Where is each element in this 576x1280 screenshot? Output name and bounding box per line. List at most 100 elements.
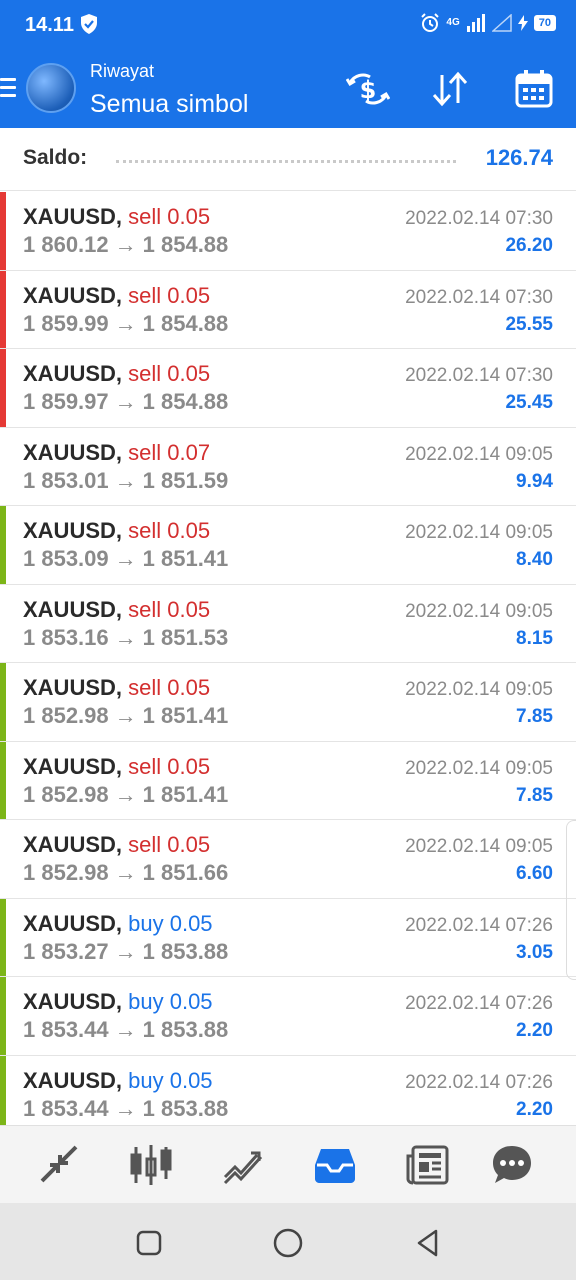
status-icons: 4G 70	[420, 13, 556, 33]
trade-symbol: XAUUSD,	[23, 989, 123, 1014]
page-subtitle: Riwayat	[90, 61, 155, 81]
trade-side-volume: sell 0.05	[128, 675, 211, 700]
trade-close-price: 1 853.88	[142, 938, 229, 964]
trade-profit: 25.45	[505, 392, 553, 413]
calendar-button[interactable]	[512, 68, 556, 110]
arrow-right-icon: →	[114, 310, 137, 336]
back-triangle-icon	[417, 1229, 438, 1257]
tab-quotes[interactable]	[33, 1140, 83, 1190]
trade-symbol: XAUUSD,	[23, 832, 123, 857]
trade-status-marker	[0, 898, 6, 976]
quotes-icon	[40, 1145, 78, 1183]
trade-row[interactable]: XAUUSD, sell 0.05 1 852.98 → 1 851.66 2022.0…	[0, 820, 576, 899]
trade-datetime: 2022.02.14 07:26	[405, 914, 553, 936]
trade-header: XAUUSD, buy 0.05	[23, 911, 213, 937]
calendar-icon	[515, 70, 553, 108]
trade-status-marker	[0, 349, 6, 427]
trade-row[interactable]: XAUUSD, sell 0.05 1 859.97 → 1 854.88 2022.0…	[0, 349, 576, 428]
trade-side-volume: sell 0.05	[128, 832, 211, 857]
trade-datetime: 2022.02.14 07:26	[405, 993, 553, 1014]
trade-datetime: 2022.02.14 09:05	[405, 836, 553, 857]
back-button[interactable]	[408, 1223, 448, 1263]
trade-status-marker	[0, 585, 6, 663]
trade-profit: 7.85	[516, 784, 553, 806]
trade-header: XAUUSD, sell 0.05	[23, 597, 210, 623]
tab-news[interactable]	[402, 1140, 452, 1190]
trade-side-volume: sell 0.05	[128, 361, 211, 386]
trade-symbol: XAUUSD,	[23, 204, 123, 229]
menu-icon[interactable]	[0, 78, 16, 102]
trade-datetime: 2022.02.14 09:05	[405, 679, 553, 700]
trade-header: XAUUSD, sell 0.05	[23, 204, 210, 230]
svg-text:$: $	[360, 76, 377, 104]
trade-icon	[223, 1151, 263, 1185]
signal-empty-icon	[491, 14, 512, 32]
home-button[interactable]	[268, 1223, 308, 1263]
tab-chart[interactable]	[126, 1140, 176, 1190]
trade-symbol: XAUUSD,	[23, 910, 123, 936]
trade-symbol: XAUUSD,	[23, 675, 123, 700]
alarm-icon	[421, 13, 440, 32]
trade-row[interactable]: XAUUSD, sell 0.05 1 852.98 → 1 851.41 2022.0…	[0, 741, 576, 820]
trade-row[interactable]: XAUUSD, sell 0.07 1 853.01 → 1 851.59 2022.0…	[0, 428, 576, 506]
battery-icon: 70	[533, 15, 556, 31]
tab-chat[interactable]	[487, 1140, 537, 1190]
trade-open-price: 1 860.12	[23, 232, 109, 257]
circle-icon	[273, 1228, 303, 1258]
trade-datetime: 2022.02.14 07:26	[405, 1071, 553, 1093]
trade-datetime: 2022.02.14 09:05	[405, 443, 553, 465]
trade-open-price: 1 853.01	[23, 467, 109, 493]
sort-button[interactable]	[428, 68, 472, 110]
trade-status-marker	[0, 428, 6, 506]
arrow-right-icon: →	[114, 546, 137, 571]
trade-profit: 9.94	[516, 470, 553, 492]
trade-prices: 1 852.98 → 1 851.41	[23, 703, 228, 729]
trade-symbol: XAUUSD,	[23, 282, 123, 308]
currency-exchange-button[interactable]: $	[346, 68, 390, 110]
bottom-navigation	[0, 1125, 576, 1203]
trade-open-price: 1 853.44	[23, 1017, 109, 1042]
arrow-right-icon: →	[114, 703, 137, 728]
trade-open-price: 1 853.09	[23, 546, 109, 571]
chart-icon	[130, 1145, 172, 1185]
trade-row[interactable]: XAUUSD, sell 0.05 1 859.99 → 1 854.88 2022.0…	[0, 270, 576, 349]
trade-side-volume: buy 0.05	[128, 1067, 213, 1093]
trade-row[interactable]: XAUUSD, buy 0.05 1 853.27 → 1 853.88 2022.02…	[0, 898, 576, 977]
tab-history[interactable]	[310, 1140, 360, 1190]
trade-prices: 1 853.44 → 1 853.88	[23, 1017, 228, 1043]
status-bar: 14.11 4G 70	[0, 0, 576, 50]
trade-close-price: 1 853.88	[142, 1095, 229, 1121]
trade-header: XAUUSD, buy 0.05	[23, 989, 213, 1015]
trade-row[interactable]: XAUUSD, sell 0.05 1 860.12 → 1 854.88 2022.0…	[0, 192, 576, 271]
scroll-indicator[interactable]	[566, 820, 576, 980]
trade-row[interactable]: XAUUSD, sell 0.05 1 852.98 → 1 851.41 2022.0…	[0, 663, 576, 742]
trade-close-price: 1 851.41	[142, 546, 229, 571]
trade-row[interactable]: XAUUSD, sell 0.05 1 853.09 → 1 851.41 2022.0…	[0, 506, 576, 585]
arrow-right-icon: →	[114, 1095, 137, 1121]
arrow-right-icon: →	[114, 389, 137, 414]
sort-icon	[432, 71, 468, 107]
tab-trade[interactable]	[218, 1140, 268, 1190]
trade-profit: 2.20	[516, 1098, 553, 1120]
trade-row[interactable]: XAUUSD, sell 0.05 1 853.16 → 1 851.53 2022.0…	[0, 585, 576, 663]
network-type: 4G	[446, 17, 460, 28]
recent-apps-button[interactable]	[129, 1223, 169, 1263]
trade-datetime: 2022.02.14 07:30	[405, 208, 553, 229]
trade-close-price: 1 854.88	[142, 389, 229, 414]
trade-profit: 7.85	[516, 706, 553, 727]
arrow-right-icon: →	[114, 232, 137, 257]
trade-profit: 8.15	[516, 627, 553, 649]
trade-close-price: 1 853.88	[142, 1017, 229, 1042]
trade-datetime: 2022.02.14 09:05	[405, 522, 553, 543]
trade-row[interactable]: XAUUSD, buy 0.05 1 853.44 → 1 853.88 2022.02…	[0, 977, 576, 1056]
trade-header: XAUUSD, buy 0.05	[23, 1068, 213, 1094]
trade-header: XAUUSD, sell 0.05	[23, 283, 210, 309]
trade-row[interactable]: XAUUSD, buy 0.05 1 853.44 → 1 853.88 2022.02…	[0, 1055, 576, 1125]
arrow-right-icon: →	[114, 938, 137, 964]
trade-prices: 1 860.12 → 1 854.88	[23, 232, 228, 258]
page-title[interactable]: Semua simbol	[90, 90, 248, 119]
trade-prices: 1 852.98 → 1 851.66	[23, 860, 228, 886]
trade-side-volume: sell 0.05	[128, 596, 211, 622]
trade-datetime: 2022.02.14 07:30	[405, 286, 553, 308]
trade-list[interactable]: XAUUSD, sell 0.05 1 860.12 → 1 854.88 2022.0…	[0, 192, 576, 1125]
